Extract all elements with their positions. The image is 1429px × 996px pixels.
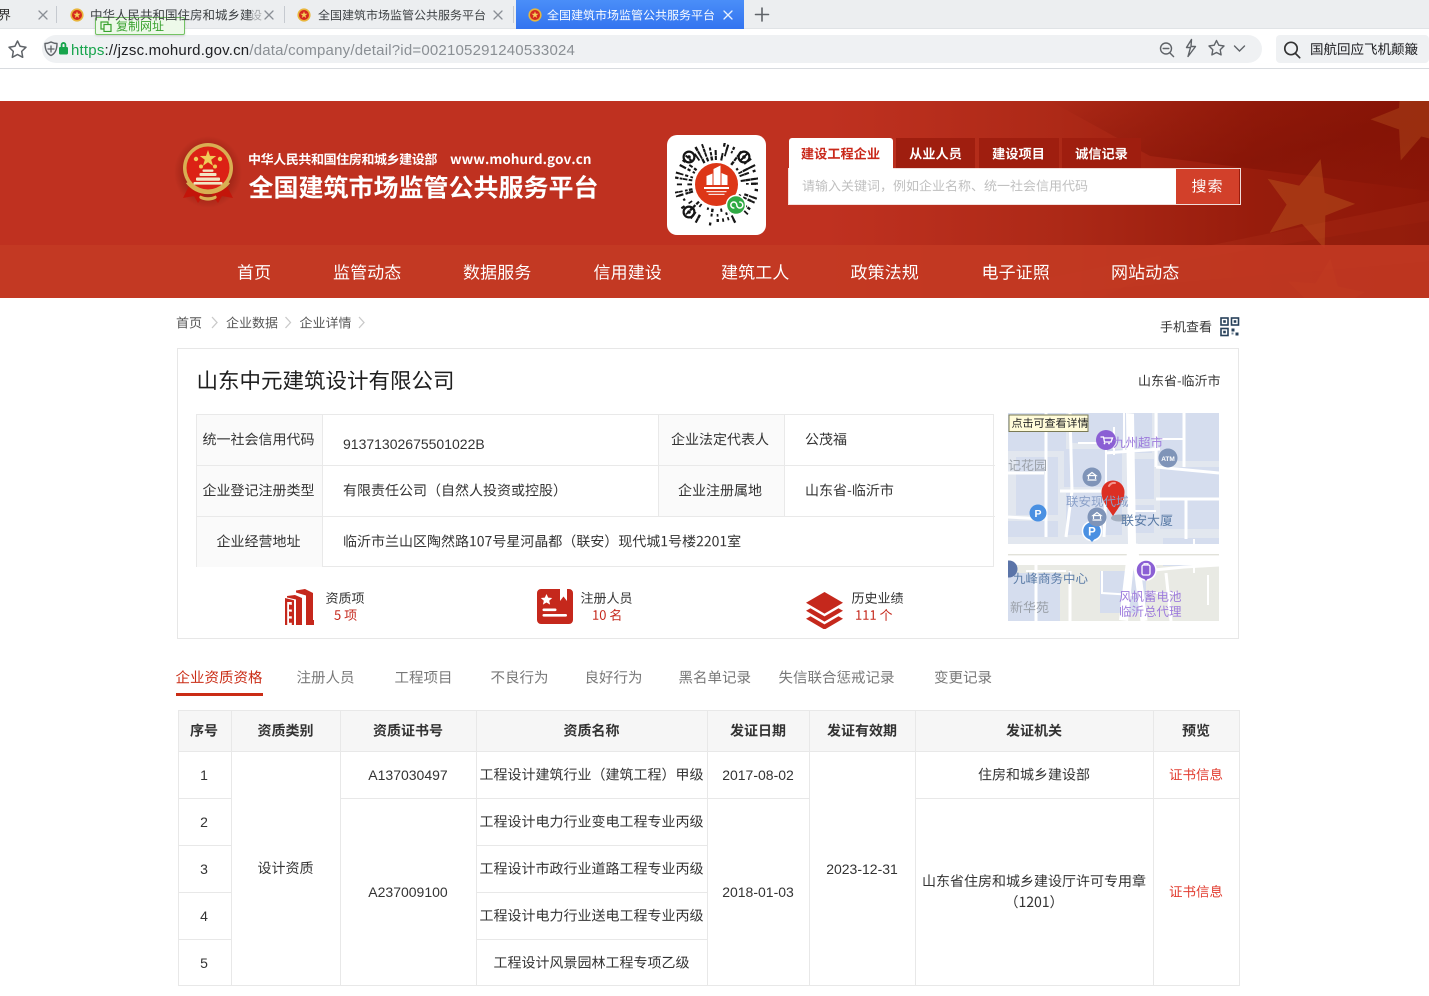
svg-text:P: P <box>1034 508 1041 520</box>
svg-text:ATM: ATM <box>1161 456 1175 463</box>
svg-text:P: P <box>1088 527 1096 539</box>
